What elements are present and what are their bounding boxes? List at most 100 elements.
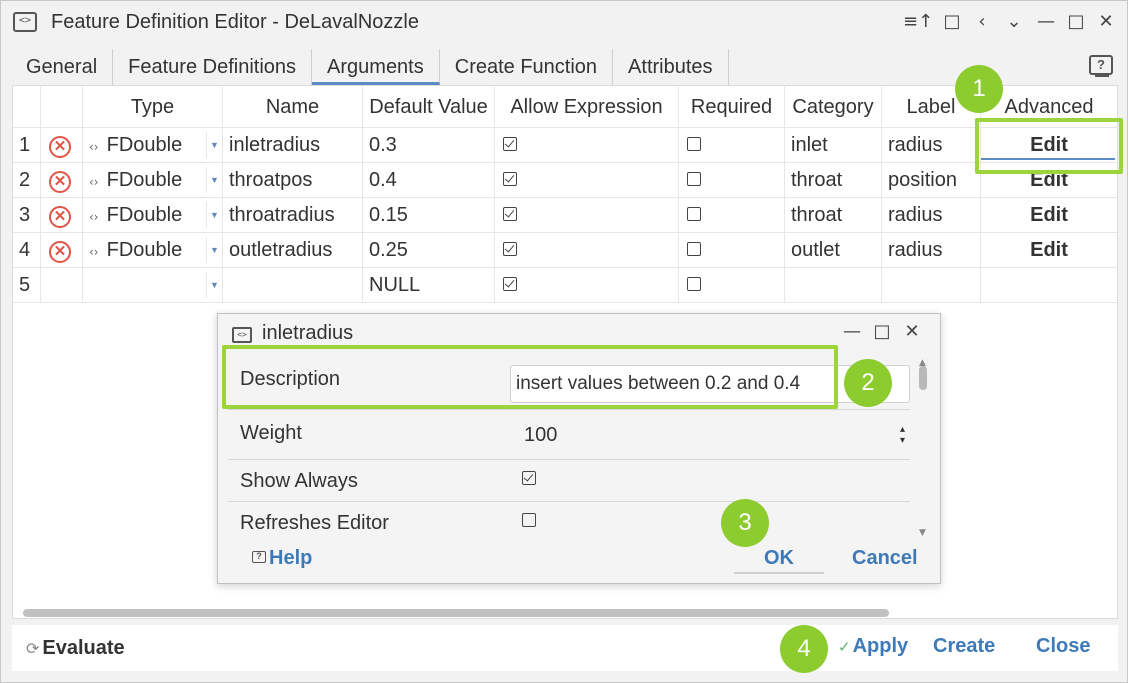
category-cell[interactable]: throat bbox=[785, 198, 882, 232]
tab-general[interactable]: General bbox=[11, 49, 114, 85]
name-cell[interactable]: outletradius bbox=[223, 233, 363, 267]
type-dropdown-icon[interactable]: ▼ bbox=[206, 132, 222, 158]
type-dropdown-icon[interactable]: ▼ bbox=[206, 237, 222, 263]
type-cell[interactable]: ‹› FDouble ▼ bbox=[83, 198, 223, 232]
highlight-description-field bbox=[222, 345, 838, 409]
weight-input[interactable]: 100 bbox=[524, 424, 557, 447]
category-cell[interactable]: outlet bbox=[785, 233, 882, 267]
label-cell[interactable]: position bbox=[882, 163, 981, 197]
horizontal-scrollbar-thumb[interactable] bbox=[23, 609, 889, 617]
category-cell[interactable]: inlet bbox=[785, 128, 882, 162]
default-value-cell[interactable]: 0.25 bbox=[363, 233, 495, 267]
name-cell[interactable]: throatradius bbox=[223, 198, 363, 232]
allow-expression-checkbox[interactable] bbox=[503, 242, 517, 257]
type-dropdown-icon[interactable]: ▼ bbox=[206, 167, 222, 193]
allow-expression-cell bbox=[495, 163, 679, 197]
delete-row-icon[interactable]: ✕ bbox=[49, 241, 71, 263]
allow-expression-checkbox[interactable] bbox=[503, 172, 517, 187]
name-cell[interactable] bbox=[223, 268, 363, 302]
category-cell[interactable] bbox=[785, 268, 882, 302]
create-button[interactable]: Create bbox=[933, 635, 995, 658]
delete-cell bbox=[41, 268, 83, 302]
restore-icon[interactable]: □ bbox=[939, 9, 965, 35]
title-bar: <> Feature Definition Editor - DeLavalNo… bbox=[1, 1, 1127, 45]
dialog-help-button[interactable]: ? Help bbox=[252, 547, 312, 570]
delete-row-icon[interactable]: ✕ bbox=[49, 136, 71, 158]
dialog-scrollbar-thumb[interactable] bbox=[919, 366, 927, 390]
step-badge-2: 2 bbox=[844, 359, 892, 407]
name-cell[interactable]: throatpos bbox=[223, 163, 363, 197]
type-cell[interactable]: ‹› FDouble ▼ bbox=[83, 163, 223, 197]
code-type-icon: ‹› bbox=[89, 140, 99, 154]
type-cell[interactable]: ‹› FDouble ▼ bbox=[83, 233, 223, 267]
menu-icon[interactable]: ≡↑ bbox=[903, 9, 933, 35]
table-row[interactable]: 3 ✕ ‹› FDouble ▼ throatradius 0.15 throat radius… bbox=[13, 198, 1117, 233]
collapse-icon[interactable]: ⌄ bbox=[1001, 9, 1027, 35]
refreshes-editor-checkbox[interactable] bbox=[522, 513, 536, 527]
apply-button[interactable]: ✓ Apply bbox=[838, 635, 908, 658]
advanced-edit-button[interactable]: Edit bbox=[981, 233, 1117, 267]
default-value-cell[interactable]: NULL bbox=[363, 268, 495, 302]
help-icon: ? bbox=[252, 550, 266, 563]
name-cell[interactable]: inletradius bbox=[223, 128, 363, 162]
row-index-cell: 2 bbox=[13, 163, 41, 197]
required-checkbox[interactable] bbox=[687, 277, 701, 292]
required-checkbox[interactable] bbox=[687, 137, 701, 152]
tab-create-function[interactable]: Create Function bbox=[440, 49, 614, 85]
default-value-cell[interactable]: 0.15 bbox=[363, 198, 495, 232]
advanced-edit-button[interactable]: Edit bbox=[981, 198, 1117, 232]
minimize-icon[interactable]: — bbox=[1033, 9, 1059, 35]
close-icon[interactable]: ✕ bbox=[1093, 9, 1119, 35]
label-cell[interactable] bbox=[882, 268, 981, 302]
default-value-cell[interactable]: 0.4 bbox=[363, 163, 495, 197]
close-button[interactable]: Close bbox=[1036, 635, 1090, 658]
help-icon[interactable]: ? bbox=[1089, 55, 1113, 77]
back-icon[interactable]: ‹ bbox=[969, 9, 995, 35]
weight-row: Weight 100 ▴ ▾ bbox=[228, 410, 910, 460]
dialog-cancel-button[interactable]: Cancel bbox=[852, 547, 918, 570]
code-type-icon: ‹› bbox=[89, 210, 99, 224]
type-dropdown-icon[interactable]: ▼ bbox=[206, 202, 222, 228]
allow-expression-checkbox[interactable] bbox=[503, 207, 517, 222]
dialog-ok-button[interactable]: OK bbox=[734, 547, 824, 574]
table-row[interactable]: 4 ✕ ‹› FDouble ▼ outletradius 0.25 outlet radius… bbox=[13, 233, 1117, 268]
window-title: Feature Definition Editor - DeLavalNozzl… bbox=[51, 11, 419, 33]
evaluate-button[interactable]: ⟳ Evaluate bbox=[26, 637, 125, 660]
dialog-minimize-icon[interactable]: — bbox=[840, 320, 864, 344]
header-index bbox=[13, 86, 41, 127]
delete-row-icon[interactable]: ✕ bbox=[49, 171, 71, 193]
allow-expression-checkbox[interactable] bbox=[503, 137, 517, 152]
type-cell[interactable]: ▼ bbox=[83, 268, 223, 302]
allow-expression-checkbox[interactable] bbox=[503, 277, 517, 292]
advanced-edit-button[interactable] bbox=[981, 268, 1117, 302]
scroll-down-icon[interactable]: ▼ bbox=[919, 528, 926, 538]
dialog-close-icon[interactable]: ✕ bbox=[900, 320, 924, 344]
tab-feature-definitions[interactable]: Feature Definitions bbox=[113, 49, 313, 85]
code-type-icon: ‹› bbox=[89, 245, 99, 259]
required-checkbox[interactable] bbox=[687, 207, 701, 222]
default-value-cell[interactable]: 0.3 bbox=[363, 128, 495, 162]
label-cell[interactable]: radius bbox=[882, 233, 981, 267]
category-cell[interactable]: throat bbox=[785, 163, 882, 197]
required-checkbox[interactable] bbox=[687, 242, 701, 257]
label-cell[interactable]: radius bbox=[882, 198, 981, 232]
type-cell[interactable]: ‹› FDouble ▼ bbox=[83, 128, 223, 162]
header-delete bbox=[41, 86, 83, 127]
type-dropdown-icon[interactable]: ▼ bbox=[206, 272, 222, 298]
maximize-icon[interactable]: □ bbox=[1063, 9, 1089, 35]
table-row[interactable]: 1 ✕ ‹› FDouble ▼ inletradius 0.3 inlet radius Edi… bbox=[13, 128, 1117, 163]
dialog-maximize-icon[interactable]: □ bbox=[870, 320, 894, 344]
required-checkbox[interactable] bbox=[687, 172, 701, 187]
check-circle-icon: ✓ bbox=[838, 639, 851, 656]
tab-attributes[interactable]: Attributes bbox=[613, 49, 729, 85]
table-row[interactable]: 2 ✕ ‹› FDouble ▼ throatpos 0.4 throat position Ed… bbox=[13, 163, 1117, 198]
dialog-vertical-scrollbar[interactable]: ▲ ▼ bbox=[918, 358, 930, 544]
show-always-checkbox[interactable] bbox=[522, 471, 536, 485]
allow-expression-cell bbox=[495, 128, 679, 162]
table-row[interactable]: 5 ▼ NULL bbox=[13, 268, 1117, 303]
tab-arguments[interactable]: Arguments bbox=[312, 49, 440, 85]
type-value: FDouble bbox=[106, 239, 183, 261]
label-cell[interactable]: radius bbox=[882, 128, 981, 162]
weight-stepper[interactable]: ▴ ▾ bbox=[900, 424, 905, 446]
delete-row-icon[interactable]: ✕ bbox=[49, 206, 71, 228]
